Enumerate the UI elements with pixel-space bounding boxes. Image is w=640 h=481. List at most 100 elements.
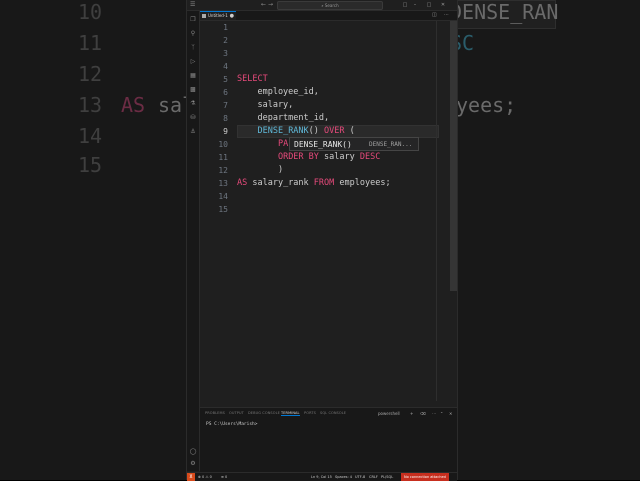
- bg-line-number: 14: [78, 124, 103, 148]
- code-line: employee_id,: [237, 86, 319, 99]
- code-editor[interactable]: 1 2 3 4 5 6 7 8 9 10 11 12 13 14 15 SELECT employee_id…: [200, 21, 457, 406]
- code-token: employees;: [334, 178, 391, 188]
- minimap-edge: [436, 21, 437, 401]
- line-number: 11: [218, 153, 228, 162]
- code-token: (: [344, 126, 355, 136]
- forward-arrow-icon[interactable]: →: [268, 2, 273, 8]
- bg-fragment: yees;: [456, 93, 517, 117]
- line-number: 15: [218, 205, 228, 214]
- code-token: DENSE_RANK: [257, 126, 309, 136]
- line-number: 1: [223, 23, 228, 32]
- code-token: SELECT: [237, 74, 268, 84]
- command-center-search[interactable]: ⌕ Search: [277, 1, 383, 10]
- back-arrow-icon[interactable]: ←: [261, 2, 266, 8]
- maximize-button[interactable]: □: [425, 1, 433, 9]
- remote-explorer-icon[interactable]: ▩: [189, 86, 197, 94]
- tab-sql-console[interactable]: SQL CONSOLE: [320, 411, 346, 415]
- line-number: 5: [223, 75, 228, 84]
- bg-fragment: AS: [121, 93, 146, 117]
- code-line: department_id,: [237, 112, 329, 125]
- code-token: FROM: [313, 178, 335, 188]
- extensions-icon[interactable]: ▦: [189, 72, 197, 80]
- terminal-shell-label[interactable]: powershell: [378, 411, 400, 416]
- database-icon[interactable]: ⛁: [189, 114, 197, 122]
- bg-line-number: 12: [78, 62, 103, 86]
- terminal-prompt[interactable]: PS C:\Users\Marish>: [206, 422, 257, 427]
- tab-terminal[interactable]: TERMINAL: [281, 411, 300, 416]
- code-token: ORDER BY: [277, 152, 319, 162]
- code-token: (): [308, 126, 325, 136]
- code-token: DESC: [359, 152, 381, 162]
- line-number: 3: [223, 49, 228, 58]
- title-bar: ☰ ← → ⌕ Search □ – □ ✕: [187, 0, 457, 11]
- code-token: salary_rank: [247, 178, 314, 188]
- code-line: ORDER BY salary DESC: [237, 151, 380, 164]
- tab-problems[interactable]: PROBLEMS: [205, 411, 225, 415]
- line-number: 14: [218, 192, 228, 201]
- line-number: 10: [218, 140, 228, 149]
- vscode-window: ☰ ← → ⌕ Search □ – □ ✕ ❐ ⚲ ᛉ ▷ ▦ ▩ ⚗ ⛁ ⚓…: [186, 0, 458, 481]
- run-debug-icon[interactable]: ▷: [189, 58, 197, 66]
- code-line: ): [237, 164, 283, 177]
- code-line: SELECT: [237, 73, 268, 86]
- file-icon: [202, 14, 206, 18]
- tab-debug-console[interactable]: DEBUG CONSOLE: [248, 411, 280, 415]
- tab-label: Untitled-1: [208, 13, 228, 18]
- line-number: 7: [223, 101, 228, 110]
- bg-line-number: 13: [78, 93, 103, 117]
- more-actions-icon[interactable]: ⋯: [432, 411, 436, 416]
- tab-ports[interactable]: PORTS: [304, 411, 316, 415]
- source-control-icon[interactable]: ᛉ: [189, 44, 197, 52]
- search-icon[interactable]: ⚲: [189, 30, 197, 38]
- line-number: 12: [218, 166, 228, 175]
- line-number: 6: [223, 88, 228, 97]
- code-line: salary,: [237, 99, 293, 112]
- bg-line-number: 15: [78, 153, 103, 177]
- suggestion-detail: DENSE_RAN...: [369, 141, 413, 148]
- menu-icon[interactable]: ☰: [190, 2, 195, 8]
- bg-line-number: 10: [78, 0, 103, 24]
- code-token: department_id,: [237, 113, 330, 123]
- bottom-panel: PROBLEMS OUTPUT DEBUG CONSOLE TERMINAL P…: [200, 407, 457, 472]
- close-panel-icon[interactable]: ✕: [449, 411, 452, 416]
- line-number: 13: [218, 179, 228, 188]
- minimize-button[interactable]: –: [411, 1, 419, 9]
- tab-untitled-1[interactable]: Untitled-1 ●: [200, 11, 236, 20]
- tab-output[interactable]: OUTPUT: [229, 411, 244, 415]
- editor-tab-bar: Untitled-1 ● ◫ ⋯: [200, 11, 457, 21]
- layout-icon[interactable]: □: [401, 1, 409, 9]
- vertical-scrollbar[interactable]: [450, 21, 457, 291]
- line-number: 4: [223, 62, 228, 71]
- bg-line-number: 11: [78, 31, 103, 55]
- new-terminal-icon[interactable]: +: [410, 411, 413, 416]
- unsaved-dot-icon[interactable]: ●: [230, 12, 234, 20]
- maximize-panel-icon[interactable]: ⌃: [440, 411, 443, 416]
- more-actions-icon[interactable]: ⋯: [444, 12, 449, 19]
- code-token: PA: [277, 139, 289, 149]
- activity-bar: ❐ ⚲ ᛉ ▷ ▦ ▩ ⚗ ⛁ ⚓ ◯ ⚙: [187, 11, 200, 471]
- code-token: salary,: [237, 100, 294, 110]
- close-button[interactable]: ✕: [439, 1, 447, 9]
- code-line: AS salary_rank FROM employees;: [237, 177, 391, 190]
- line-number: 2: [223, 36, 228, 45]
- explorer-icon[interactable]: ❐: [189, 16, 197, 24]
- code-token: salary: [318, 152, 360, 162]
- code-token: OVER: [324, 126, 345, 136]
- code-line: PA: [237, 138, 288, 151]
- code-token: ): [237, 165, 284, 175]
- account-icon[interactable]: ◯: [189, 448, 197, 456]
- line-number: 9: [223, 127, 228, 136]
- suggestion-label[interactable]: DENSE_RANK(): [294, 139, 352, 150]
- testing-icon[interactable]: ⚗: [189, 100, 197, 108]
- code-token: AS: [237, 178, 248, 188]
- split-editor-icon[interactable]: ◫: [432, 12, 437, 19]
- bg-fragment: DENSE_RAN: [450, 0, 559, 24]
- docker-icon[interactable]: ⚓: [189, 128, 197, 136]
- autocomplete-popup[interactable]: DENSE_RANK() DENSE_RAN...: [289, 137, 419, 151]
- trash-icon[interactable]: ⌫: [420, 411, 426, 416]
- search-label: Search: [324, 3, 339, 8]
- settings-gear-icon[interactable]: ⚙: [189, 460, 197, 468]
- line-number: 8: [223, 114, 228, 123]
- code-token: employee_id,: [237, 87, 319, 97]
